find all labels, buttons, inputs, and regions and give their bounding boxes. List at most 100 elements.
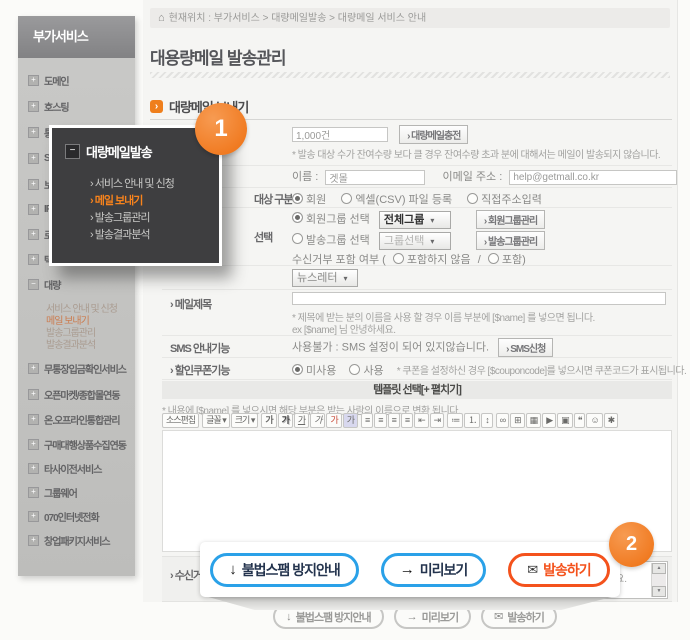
sms-label: SMS 안내기능 <box>170 340 229 356</box>
sms-status: 사용불가 : SMS 설정이 되어 있지않습니다. <box>292 341 489 353</box>
sidebar-item-openmarket[interactable]: +오픈마켓/종합몰연동 <box>28 388 120 400</box>
sms-apply-button[interactable]: › SMS신청 <box>498 338 553 357</box>
sidebar-item-startup[interactable]: +창업패키지서비스 <box>28 534 110 546</box>
numbered-list-button[interactable]: ⒈ <box>464 413 480 428</box>
send-group-select[interactable]: 그룹선택▾ <box>379 232 451 250</box>
sidebar: 부가서비스 +도메인 +호스팅 +통합전자결제서비스 +SMS +보안 +IPI… <box>18 16 135 576</box>
template-select-bar[interactable]: 템플릿 선택[+ 펼치기] <box>162 381 672 399</box>
sender-email-input[interactable] <box>509 170 677 185</box>
arrow-right-icon: → <box>400 561 414 578</box>
scroll-down-icon[interactable]: ▼ <box>652 586 666 597</box>
font-size-select[interactable]: 크기 ▾ <box>231 413 259 428</box>
sidebar-item-domain[interactable]: +도메인 <box>28 74 69 86</box>
bold-button[interactable]: 가 <box>261 413 276 428</box>
spam-guide-button[interactable]: ↓ 불법스팸 방지안내 <box>210 553 358 587</box>
member-group-select[interactable]: 전체그룹▾ <box>379 211 451 229</box>
source-edit-button[interactable]: 소스편집 <box>162 413 199 428</box>
coupon-note: * 쿠폰을 설정하신 경우 [$couponcode]를 넣으시면 쿠폰코드가 … <box>397 366 687 377</box>
image-icon[interactable]: ▦ <box>526 413 542 428</box>
special-char-icon[interactable]: ✱ <box>604 413 619 428</box>
underline-button[interactable]: 가 <box>294 413 309 428</box>
radio-coupon-unused[interactable] <box>292 364 303 375</box>
sidebar-item-deposit[interactable]: +무통장입금확인서비스 <box>28 362 126 374</box>
book-icon[interactable]: ▣ <box>557 413 573 428</box>
plus-icon: + <box>28 463 39 474</box>
step-2-badge: 2 <box>609 522 654 567</box>
indent-button[interactable]: ⇥ <box>430 413 445 428</box>
sidebar-item-purchase[interactable]: +구매대행상품수집연동 <box>28 438 126 450</box>
editor-body[interactable] <box>162 430 672 552</box>
overlay-shadow <box>200 597 620 610</box>
font-family-select[interactable]: 글꼴 ▾ <box>202 413 230 428</box>
popup-item-result-stats[interactable]: › 발송결과분석 <box>90 226 149 242</box>
radio-direct[interactable] <box>467 193 478 204</box>
italic-button[interactable]: 가 <box>310 413 325 428</box>
highlight-button[interactable]: 가 <box>343 413 358 428</box>
plus-icon: + <box>28 179 39 190</box>
popup-header[interactable]: − 대량메일발송 <box>65 142 152 161</box>
minus-icon: − <box>28 279 39 290</box>
scrollbar[interactable]: ▲ ▼ <box>651 563 666 597</box>
member-group-manage-button[interactable]: › 회원그룹관리 <box>476 210 545 229</box>
charge-mail-button[interactable]: › 대량메일충전 <box>399 125 468 144</box>
sender-email-label: 이메일 주소 : <box>442 171 502 183</box>
radio-send-group[interactable] <box>292 233 303 244</box>
plus-icon: + <box>28 511 39 522</box>
sidebar-item-voip[interactable]: +070인터넷전화 <box>28 510 99 522</box>
sidebar-item-hosting[interactable]: +호스팅 <box>28 100 69 112</box>
sidebar-item-migration[interactable]: +타사이전서비스 <box>28 462 101 474</box>
emoticon-icon[interactable]: ☺ <box>586 413 602 428</box>
target-row: 대상 구분 회원 엑셀(CSV) 파일 등록 직접주소입력 <box>162 187 672 208</box>
radio-member[interactable] <box>292 193 303 204</box>
radio-member-group[interactable] <box>292 212 303 223</box>
bullet-list-button[interactable]: ≔ <box>447 413 463 428</box>
sidebar-subitem-stats[interactable]: 발송결과분석 <box>46 336 95 351</box>
radio-optout-yes[interactable] <box>488 253 499 264</box>
popup-item-group-manage[interactable]: › 발송그룹관리 <box>90 209 149 225</box>
quota-input[interactable] <box>292 127 388 142</box>
mail-type-select[interactable]: 뉴스레터▾ <box>292 269 358 287</box>
quote-icon[interactable]: ❝ <box>574 413 586 428</box>
preview-button[interactable]: → 미리보기 <box>381 553 487 587</box>
sidebar-item-onoffline[interactable]: +온.오프라인통합관리 <box>28 413 120 425</box>
chevron-down-icon: ▾ <box>430 216 434 225</box>
radio-optout-no[interactable] <box>393 253 404 264</box>
arrow-down-icon: ↓ <box>286 611 291 623</box>
sender-name-label: 이름 : <box>292 171 318 183</box>
sidebar-item-bulkmail[interactable]: −대량 <box>28 278 60 290</box>
coupon-unused-label: 미사용 <box>306 365 336 377</box>
popup-item-send-mail[interactable]: › 메일 보내기 <box>90 192 142 208</box>
align-center-button[interactable]: ≡ <box>374 413 386 428</box>
shadow-button[interactable]: 가 <box>278 413 293 428</box>
align-justify-button[interactable]: ≡ <box>401 413 413 428</box>
plus-icon: + <box>28 153 39 164</box>
group-select-row: 선택 회원그룹 선택 전체그룹▾ › 회원그룹관리 발송그룹 선택 그룹선택▾ … <box>162 207 672 266</box>
link-icon[interactable]: ∞ <box>496 413 509 428</box>
editor-toolbar: 소스편집 글꼴 ▾ 크기 ▾ 가 가 가 가 가 가 ≡ ≡ ≡ ≡ ⇤ ⇥ ≔… <box>162 412 672 429</box>
select-label: 선택 <box>254 229 272 245</box>
sms-row: SMS 안내기능 사용불가 : SMS 설정이 되어 있지않습니다. › SMS… <box>162 335 672 358</box>
target-option-direct: 직접주소입력 <box>481 194 542 206</box>
target-option-member: 회원 <box>306 194 326 206</box>
outdent-button[interactable]: ⇤ <box>414 413 429 428</box>
scroll-up-icon[interactable]: ▲ <box>652 563 666 574</box>
align-right-button[interactable]: ≡ <box>388 413 400 428</box>
quota-note: * 발송 대상 수가 잔여수량 보다 클 경우 잔여수량 초과 분에 대해서는 … <box>292 146 660 161</box>
send-group-manage-button[interactable]: › 발송그룹관리 <box>476 231 545 250</box>
media-icon[interactable]: ▶ <box>542 413 556 428</box>
table-icon[interactable]: ⊞ <box>510 413 525 428</box>
sidebar-item-groupware[interactable]: +그룹웨어 <box>28 486 77 498</box>
subject-note-2: ex [$name] 님 안녕하세요. <box>292 321 396 336</box>
line-height-button[interactable]: ↕ <box>481 413 493 428</box>
send-button[interactable]: ✉ 발송하기 <box>508 553 609 587</box>
popup-item-guide[interactable]: › 서비스 안내 및 신청 <box>90 175 174 191</box>
plus-icon: + <box>28 414 39 425</box>
subject-input[interactable] <box>292 292 666 305</box>
font-color-button[interactable]: 가 <box>326 413 341 428</box>
plus-icon: + <box>28 487 39 498</box>
member-group-label: 회원그룹 선택 <box>306 213 370 225</box>
align-left-button[interactable]: ≡ <box>361 413 373 428</box>
radio-csv[interactable] <box>341 193 352 204</box>
sender-name-input[interactable] <box>325 170 425 185</box>
radio-coupon-used[interactable] <box>349 364 360 375</box>
